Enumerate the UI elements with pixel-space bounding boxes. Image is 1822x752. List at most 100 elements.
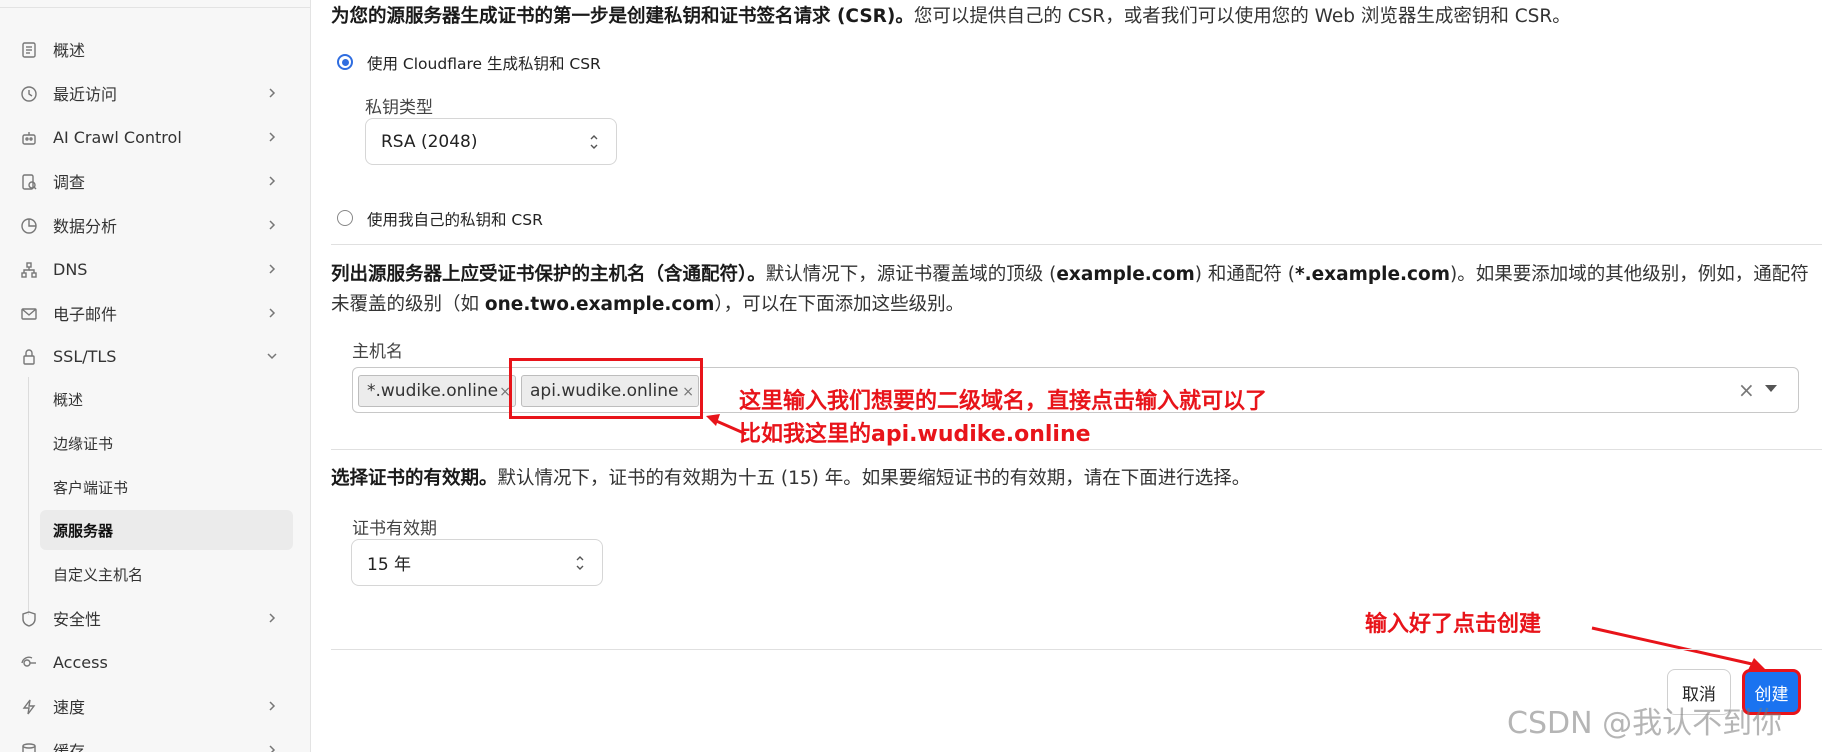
- hosts-text: ) 和通配符 (: [1194, 264, 1295, 285]
- key-type-value: RSA (2048): [381, 131, 478, 152]
- hostnames-description: 列出源服务器上应受证书保护的主机名（含通配符）。默认情况下，源证书覆盖域的顶级 …: [331, 260, 1811, 320]
- sidebar-item-recent[interactable]: 最近访问: [0, 74, 310, 112]
- sidebar-item-label: 数据分析: [53, 217, 118, 236]
- sidebar-item-overview[interactable]: 概述: [0, 30, 310, 68]
- network-icon: [21, 262, 37, 278]
- section-divider: [331, 649, 1822, 650]
- chevron-right-icon: [269, 264, 276, 274]
- chevron-up-down-icon: [590, 134, 598, 149]
- subitem-label: 边缘证书: [53, 434, 114, 453]
- sidebar-item-label: 概述: [53, 41, 86, 60]
- hosts-bold: 列出源服务器上应受证书保护的主机名（含通配符）。: [331, 264, 766, 285]
- validity-value: 15 年: [367, 555, 412, 575]
- key-type-label: 私钥类型: [365, 98, 433, 118]
- hostname-tag-label: *.wudike.online: [367, 381, 499, 401]
- dropdown-arrow-icon[interactable]: [1765, 385, 1777, 392]
- bolt-icon: [22, 699, 36, 715]
- sidebar-subitem-origin-server[interactable]: 源服务器: [40, 510, 293, 550]
- sidebar-item-label: SSL/TLS: [53, 346, 117, 366]
- hosts-wildcard: *.example.com: [1294, 264, 1450, 285]
- radio-generate-csr[interactable]: [337, 54, 353, 70]
- sidebar-item-ai-crawl-control[interactable]: AI Crawl Control: [0, 118, 310, 156]
- sidebar-item-cache[interactable]: 缓存: [0, 731, 310, 752]
- subitem-label: 概述: [53, 390, 84, 409]
- sidebar-item-label: 缓存: [53, 742, 86, 752]
- sidebar-item-security[interactable]: 安全性: [0, 599, 310, 637]
- hostname-tag[interactable]: *.wudike.online ×: [358, 375, 516, 407]
- pie-chart-icon: [21, 218, 37, 234]
- sidebar-item-label: 安全性: [53, 610, 102, 629]
- sidebar-item-label: AI Crawl Control: [53, 127, 182, 147]
- chevron-right-icon: [269, 308, 276, 318]
- sidebar-item-speed[interactable]: 速度: [0, 687, 310, 725]
- sidebar-subitem-client-certificates[interactable]: 客户端证书: [40, 467, 293, 507]
- sidebar-item-access[interactable]: Access: [0, 643, 310, 681]
- annotation-highlight-box: [509, 358, 703, 419]
- sidebar-item-label: 调查: [53, 173, 86, 192]
- chevron-right-icon: [269, 613, 276, 623]
- subitem-label: 源服务器: [53, 521, 114, 540]
- sidebar-item-label: 电子邮件: [53, 305, 118, 324]
- sidebar: 概述 最近访问 AI Crawl Control 调查 数据分析 DNS 电子邮…: [0, 0, 311, 752]
- sidebar-subitem-edge-certificates[interactable]: 边缘证书: [40, 423, 293, 463]
- chevron-down-icon: [267, 353, 277, 360]
- lock-icon: [23, 349, 35, 365]
- chevron-up-down-icon: [576, 555, 584, 570]
- investigate-icon: [22, 174, 37, 190]
- chevron-right-icon: [269, 745, 276, 752]
- validity-select[interactable]: 15 年: [351, 539, 603, 586]
- key-type-select[interactable]: RSA (2048): [365, 118, 617, 165]
- validity-description: 选择证书的有效期。默认情况下，证书的有效期为十五 (15) 年。如果要缩短证书的…: [331, 464, 1811, 494]
- hosts-example: example.com: [1056, 264, 1195, 285]
- sidebar-subitem-custom-hostnames[interactable]: 自定义主机名: [40, 554, 293, 594]
- validity-bold: 选择证书的有效期。: [331, 468, 498, 489]
- hosts-text: ），可以在下面添加这些级别。: [714, 294, 965, 315]
- subitem-label: 客户端证书: [53, 478, 129, 497]
- main-content: 为您的源服务器生成证书的第一步是创建私钥和证书签名请求 (CSR)。您可以提供自…: [312, 0, 1822, 752]
- sidebar-item-label: 最近访问: [53, 85, 118, 104]
- sidebar-item-label: Access: [53, 652, 108, 672]
- chevron-right-icon: [269, 176, 276, 186]
- cache-icon: [22, 743, 36, 752]
- sidebar-item-label: DNS: [53, 259, 88, 279]
- sidebar-item-label: 速度: [53, 698, 86, 717]
- subitem-label: 自定义主机名: [53, 565, 144, 584]
- sidebar-subitem-ssl-overview[interactable]: 概述: [40, 379, 293, 419]
- chevron-right-icon: [269, 132, 276, 142]
- section-divider: [331, 244, 1822, 245]
- annotation-hostname-example: 比如我这里的api.wudike.online: [739, 422, 1091, 447]
- access-icon: [21, 656, 36, 667]
- chevron-right-icon: [269, 701, 276, 711]
- sidebar-top-divider: [0, 7, 310, 8]
- intro-text: 为您的源服务器生成证书的第一步是创建私钥和证书签名请求 (CSR)。您可以提供自…: [331, 2, 1811, 32]
- radio-own-csr[interactable]: [337, 210, 353, 226]
- intro-bold: 为您的源服务器生成证书的第一步是创建私钥和证书签名请求 (CSR)。: [331, 6, 914, 27]
- chevron-right-icon: [269, 88, 276, 98]
- intro-rest: 您可以提供自己的 CSR，或者我们可以使用您的 Web 浏览器生成密钥和 CSR…: [913, 6, 1571, 27]
- chevron-right-icon: [269, 220, 276, 230]
- sidebar-item-ssl-tls[interactable]: SSL/TLS: [0, 337, 310, 375]
- radio-own-csr-label[interactable]: 使用我自己的私钥和 CSR: [367, 208, 543, 230]
- robot-icon: [22, 132, 36, 145]
- annotation-create-note: 输入好了点击创建: [1365, 612, 1542, 637]
- validity-rest: 默认情况下，证书的有效期为十五 (15) 年。如果要缩短证书的有效期，请在下面进…: [497, 468, 1251, 489]
- validity-label: 证书有效期: [352, 519, 437, 539]
- history-icon: [21, 86, 37, 102]
- document-icon: [22, 42, 36, 58]
- sidebar-item-analytics[interactable]: 数据分析: [0, 206, 310, 244]
- clear-all-icon[interactable]: ×: [1738, 378, 1755, 402]
- watermark: CSDN @我认不到你: [1507, 706, 1783, 741]
- annotation-arrow-icon: [706, 414, 747, 436]
- section-divider: [331, 449, 1822, 450]
- email-icon: [21, 308, 37, 320]
- sidebar-item-dns[interactable]: DNS: [0, 250, 310, 288]
- radio-generate-csr-label[interactable]: 使用 Cloudflare 生成私钥和 CSR: [367, 52, 601, 74]
- submenu-guide-line: [28, 377, 29, 615]
- shield-icon: [22, 611, 36, 627]
- annotation-hostname-note: 这里输入我们想要的二级域名，直接点击输入就可以了: [739, 389, 1268, 414]
- hostname-label: 主机名: [352, 342, 403, 362]
- hosts-multilevel: one.two.example.com: [484, 294, 715, 315]
- hosts-text: 默认情况下，源证书覆盖域的顶级 (: [765, 264, 1057, 285]
- sidebar-item-email[interactable]: 电子邮件: [0, 294, 310, 332]
- sidebar-item-investigate[interactable]: 调查: [0, 162, 310, 200]
